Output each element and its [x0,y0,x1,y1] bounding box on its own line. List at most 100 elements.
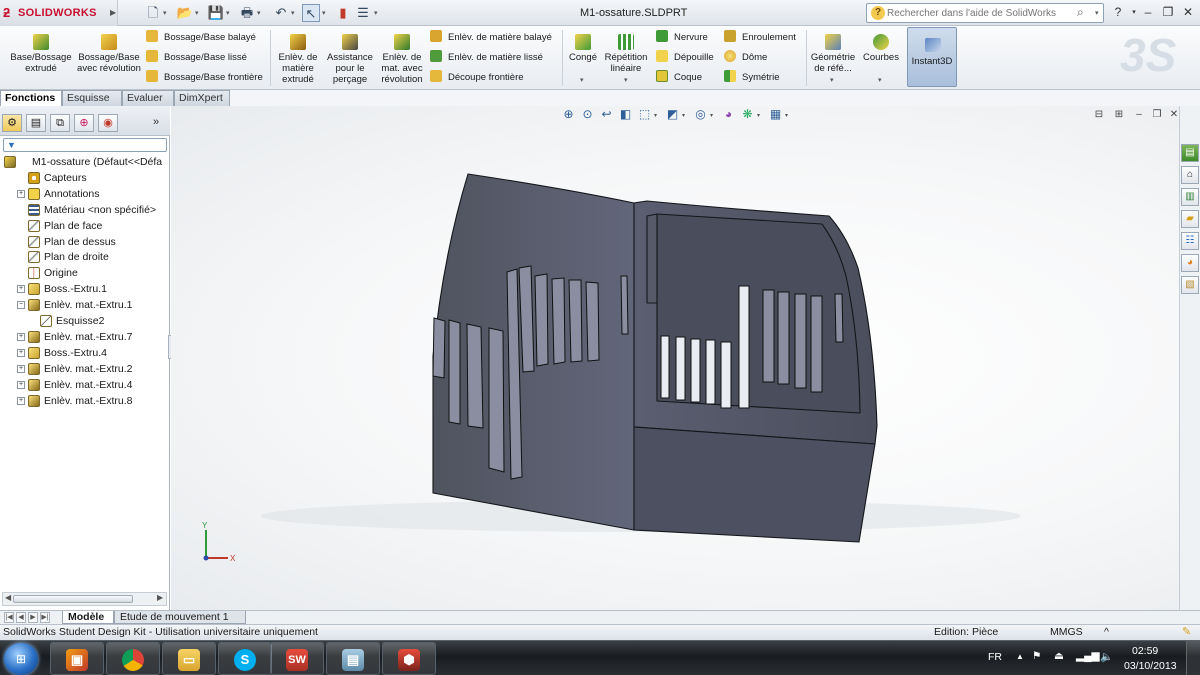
tab-evaluer[interactable]: Evaluer [122,90,174,106]
fillet-button[interactable]: Congé [566,34,600,63]
boundary-boss-button[interactable]: Bossage/Base frontière [146,70,263,86]
show-hidden-icons-icon[interactable]: ▲ [1016,652,1024,661]
configuration-manager-tab-icon[interactable]: ⧉ [50,114,70,132]
network-signal-icon[interactable]: ▂▄▆ [1076,650,1100,662]
tree-item[interactable]: M1-ossature (Défaut<<Défa [0,154,170,170]
mirror-button[interactable]: Symétrie [724,70,779,86]
open-dropdown-icon[interactable]: ▾ [195,9,199,17]
expand-icon[interactable]: + [17,332,25,341]
tree-item[interactable]: + Boss.-Extru.4 [0,345,170,361]
tree-item[interactable]: Esquisse2 [0,313,170,329]
collapse-icon[interactable]: − [17,301,25,310]
solidworks-resources-icon[interactable]: ▤ [1181,144,1199,162]
custom-properties-icon[interactable]: ▧ [1181,276,1199,294]
tab-dimxpert[interactable]: DimXpert [174,90,230,106]
instant3d-button[interactable]: Instant3D [907,27,957,87]
help-search-box[interactable]: ? ⌕ ▾ [866,3,1104,23]
search-icon[interactable]: ⌕ [1077,5,1084,20]
options-icon[interactable]: ☰ [354,4,372,22]
model-view[interactable] [171,106,1179,610]
minimize-icon[interactable]: – [1138,4,1158,21]
dome-button[interactable]: Dôme [724,50,767,66]
expand-icon[interactable]: + [17,348,25,357]
folder-icon[interactable]: ▰ [1181,210,1199,228]
clock-date[interactable]: 03/10/2013 [1124,660,1177,672]
close-icon[interactable]: ✕ [1178,4,1198,21]
units-status[interactable]: MMGS [1050,625,1083,640]
next-tab-icon[interactable]: ▶ [28,612,38,623]
file-explorer-icon[interactable]: ▥ [1181,188,1199,206]
solidworks-menu-button[interactable]: ƻ SOLIDWORKS ▶ [0,0,118,26]
fillet-dropdown-icon[interactable]: ▾ [580,76,584,84]
tree-item[interactable]: − Enlèv. mat.-Extru.1 [0,297,170,313]
horizontal-scrollbar[interactable]: ◀ ▶ [2,592,167,606]
tree-item[interactable]: Capteurs [0,170,170,186]
dimxpert-manager-tab-icon[interactable]: ⊕ [74,114,94,132]
volume-icon[interactable]: 🔈 [1100,650,1113,663]
tree-item[interactable]: + Annotations [0,186,170,202]
undo-dropdown-icon[interactable]: ▾ [291,9,295,17]
save-icon[interactable]: 💾 [207,4,225,22]
rebuild-status-icon[interactable]: ✎ [1182,625,1191,640]
appearances-icon[interactable]: ◕ [1181,254,1199,272]
rib-button[interactable]: Nervure [656,30,708,46]
hole-wizard-button[interactable]: Assistance pour le perçage [324,34,376,85]
property-manager-tab-icon[interactable]: ▤ [26,114,46,132]
taskbar-app-files[interactable]: ▤ [326,642,380,675]
base-extrude-button[interactable]: Base/Bossage extrudé [8,34,74,74]
save-dropdown-icon[interactable]: ▾ [226,9,230,17]
show-desktop-button[interactable] [1186,641,1200,675]
scroll-right-icon[interactable]: ▶ [157,593,163,602]
expand-icon[interactable]: + [17,285,25,294]
curves-button[interactable]: Courbes [860,34,902,63]
expand-icon[interactable]: + [17,189,25,198]
tree-item[interactable]: Plan de dessus [0,234,170,250]
last-tab-icon[interactable]: ▶| [40,612,50,623]
start-button[interactable]: ⊞ [4,643,38,675]
more-tabs-icon[interactable]: » [153,116,159,128]
taskbar-app-solidworks[interactable]: SW [270,642,324,675]
taskbar-app-skype[interactable]: S [218,642,272,675]
action-center-flag-icon[interactable]: ⚑ [1032,650,1041,662]
rebuild-icon[interactable]: ▮ [334,4,352,22]
options-dropdown-icon[interactable]: ▾ [374,9,378,17]
scroll-thumb[interactable] [13,595,133,603]
tree-item[interactable]: Origine [0,265,170,281]
pattern-dropdown-icon[interactable]: ▾ [624,76,628,84]
view-palette-icon[interactable]: ☷ [1181,232,1199,250]
wrap-button[interactable]: Enroulement [724,30,796,46]
new-document-icon[interactable]: 🗋 [144,4,162,22]
print-dropdown-icon[interactable]: ▾ [257,9,261,17]
tab-fonctions[interactable]: Fonctions [0,90,62,106]
feature-manager-tab-icon[interactable]: ⚙ [2,114,22,132]
linear-pattern-button[interactable]: Répétition linéaire [602,34,650,74]
tree-item[interactable]: Plan de face [0,218,170,234]
shell-button[interactable]: Coque [656,70,702,86]
tree-item[interactable]: + Enlèv. mat.-Extru.7 [0,329,170,345]
tree-item[interactable]: Matériau <non spécifié> [0,202,170,218]
first-tab-icon[interactable]: |◀ [4,612,14,623]
tree-item[interactable]: Plan de droite [0,249,170,265]
units-arrow-icon[interactable]: ^ [1104,625,1109,640]
print-icon[interactable]: 🖶 [238,4,256,22]
expand-icon[interactable]: + [17,380,25,389]
taskbar-app-explorer[interactable]: ▭ [162,642,216,675]
ref-geometry-dropdown-icon[interactable]: ▾ [830,76,834,84]
design-library-icon[interactable]: ⌂ [1181,166,1199,184]
taskbar-app-chrome[interactable] [106,642,160,675]
clock-time[interactable]: 02:59 [1132,645,1158,657]
display-manager-tab-icon[interactable]: ◉ [98,114,118,132]
tab-motion-study[interactable]: Etude de mouvement 1 [114,611,246,624]
extruded-cut-button[interactable]: Enlèv. de matière extrudé [274,34,322,85]
swept-boss-button[interactable]: Bossage/Base balayé [146,30,256,46]
help-search-input[interactable] [887,6,1075,21]
curves-dropdown-icon[interactable]: ▾ [878,76,882,84]
tree-item[interactable]: + Enlèv. mat.-Extru.4 [0,377,170,393]
select-pointer-icon[interactable]: ↖ [302,4,320,22]
base-revolve-button[interactable]: Bossage/Base avec révolution [76,34,142,74]
tree-item[interactable]: + Enlèv. mat.-Extru.2 [0,361,170,377]
boundary-cut-button[interactable]: Découpe frontière [430,70,524,86]
tab-model[interactable]: Modèle [62,611,114,624]
graphics-area[interactable]: ⊕ ⊙ ↩ ◧ ⬚ ▾ ◩ ▾ ◎ ▾ ◕ ❋ ▾ ▦ ▾ ⊟ ⊞ – ❐ ✕ [171,106,1179,610]
lofted-boss-button[interactable]: Bossage/Base lissé [146,50,247,66]
